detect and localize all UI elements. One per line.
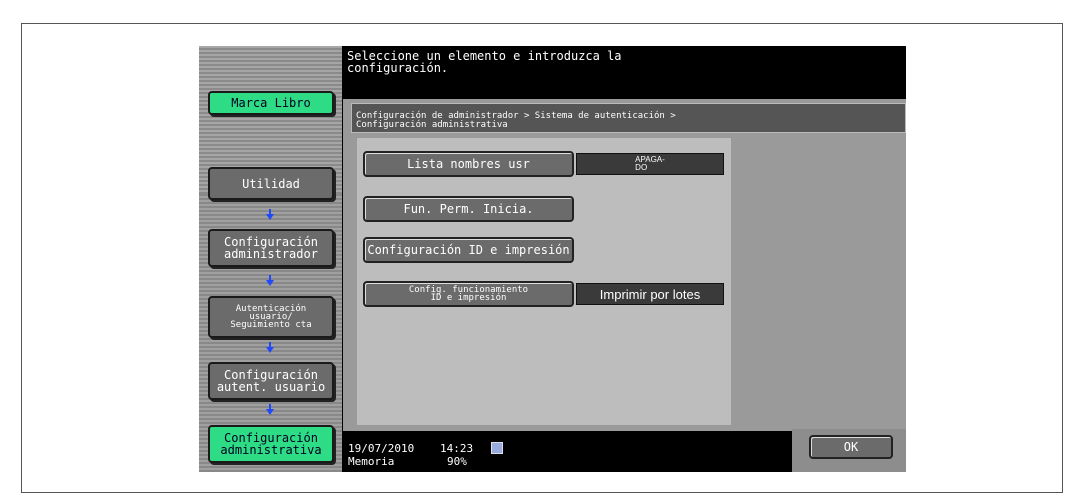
settings-panel: Lista nombres usr APAGA- DO Fun. Perm. I… [357, 138, 731, 425]
sidebar-item-utilidad[interactable]: Utilidad [208, 167, 334, 200]
id-print-button[interactable]: Configuración ID e impresión [363, 237, 574, 263]
sidebar-item-config-admin[interactable]: Configuración administrador [208, 229, 334, 267]
memory-value: 90% [447, 455, 467, 468]
ok-button[interactable]: OK [809, 435, 893, 459]
sidebar-item-config-autent[interactable]: Configuración autent. usuario [208, 362, 334, 400]
down-arrow-icon [266, 209, 274, 220]
breadcrumb: Configuración de administrador > Sistema… [351, 103, 906, 133]
down-arrow-icon [266, 342, 274, 353]
func-perm-button[interactable]: Fun. Perm. Inicia. [363, 196, 574, 222]
control-panel: Marca Libro Utilidad Configuración admin… [199, 46, 906, 472]
sidebar-item-config-administrativa[interactable]: Configuración administrativa [208, 425, 334, 463]
id-print-op-button[interactable]: Config. funcionamiento ID e impresión [363, 281, 574, 307]
sidebar-item-auth[interactable]: Autenticación usuario/ Seguimiento cta [208, 296, 334, 338]
memory-icon [491, 442, 503, 454]
down-arrow-icon [266, 404, 274, 415]
date-text: 19/07/2010 [348, 442, 415, 455]
memory-label: Memoria [348, 455, 395, 468]
user-list-value: APAGA- DO [576, 153, 724, 175]
time-text: 14:23 [440, 442, 474, 455]
user-list-button[interactable]: Lista nombres usr [363, 151, 574, 177]
down-arrow-icon [266, 275, 274, 286]
bookmark-button[interactable]: Marca Libro [208, 91, 334, 115]
id-print-op-value: Imprimir por lotes [576, 283, 724, 305]
sidebar: Marca Libro Utilidad Configuración admin… [199, 46, 342, 472]
instruction-message: Seleccione un elemento e introduzca la c… [347, 49, 622, 75]
